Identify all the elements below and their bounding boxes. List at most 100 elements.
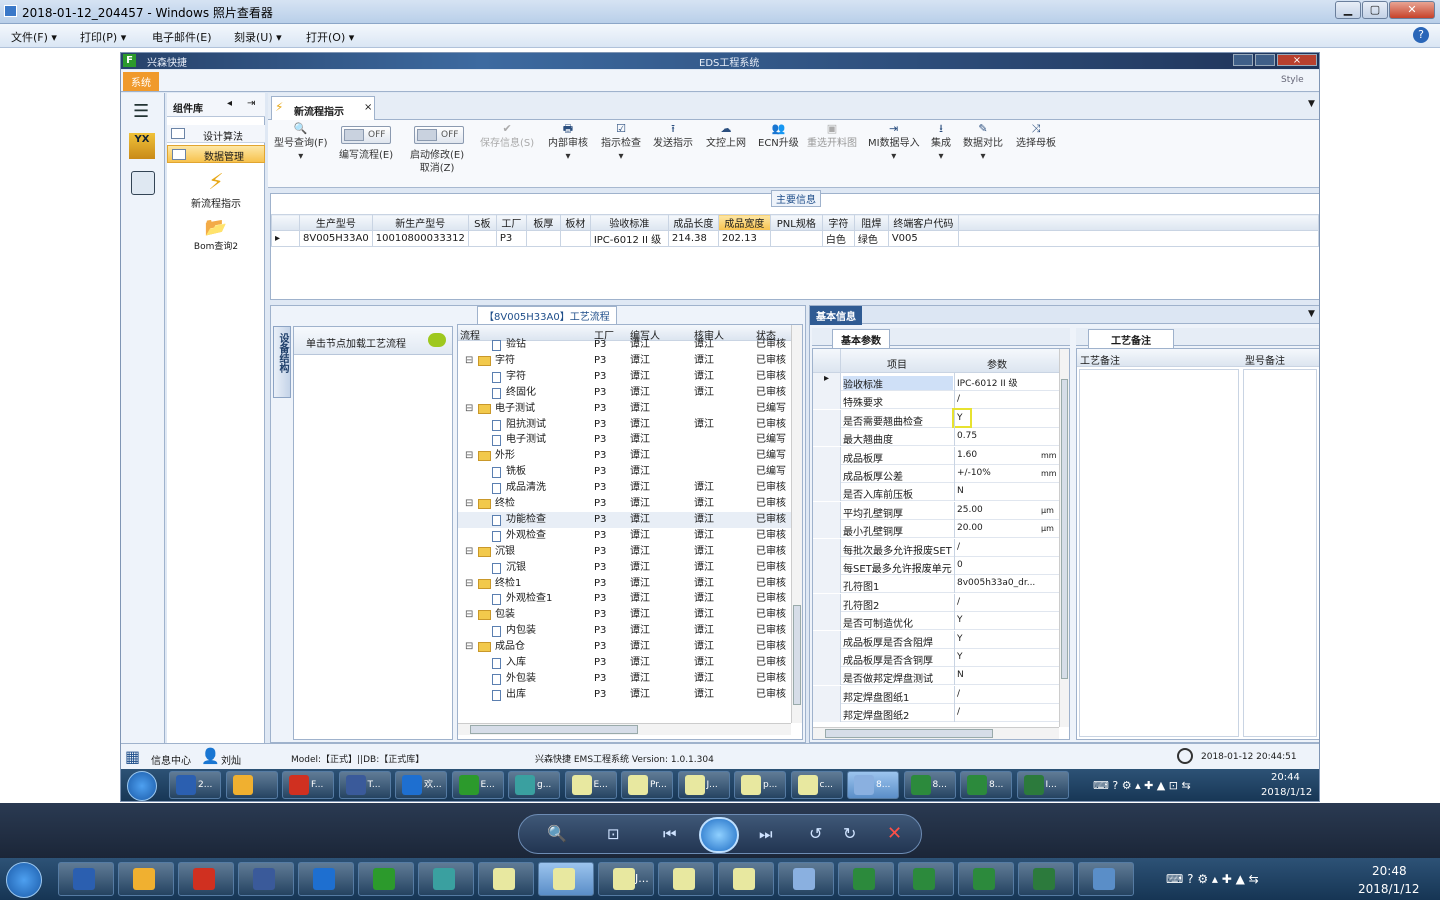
outer-taskbar-item[interactable]: [58, 862, 114, 896]
main-info-col-header[interactable]: 新生产型号: [371, 214, 469, 231]
inner-taskbar-item[interactable]: 8...: [847, 771, 899, 799]
param-row[interactable]: ▸ 验收标准 IPC-6012 II 级: [813, 373, 1059, 391]
param-row[interactable]: 是否做邦定焊盘测试 N: [813, 667, 1059, 686]
tab-dropdown-icon[interactable]: ▼: [1308, 99, 1315, 109]
main-info-cell[interactable]: [525, 230, 561, 247]
main-info-cell[interactable]: 10010800033312: [371, 230, 469, 247]
tree-step-row[interactable]: 沉银 P3 谭江 谭江 已审核: [458, 560, 796, 576]
main-info-col-header[interactable]: 字符: [821, 214, 855, 231]
params-horizontal-scrollbar[interactable]: [813, 727, 1059, 739]
inner-taskbar-item[interactable]: g...: [508, 771, 560, 799]
scroll-thumb[interactable]: [470, 725, 638, 734]
mi-import-button[interactable]: ⇥ MI数据导入 ▾: [868, 123, 920, 163]
main-info-cell[interactable]: 绿色: [853, 230, 889, 247]
main-info-col-header[interactable]: PNL规格: [769, 214, 823, 231]
model-remark-textbox[interactable]: [1243, 369, 1317, 737]
tree-folder-row[interactable]: ⊟ 终检1 P3 谭江 谭江 已审核: [458, 576, 796, 592]
main-info-cell[interactable]: V005: [887, 230, 959, 247]
eds-close-button[interactable]: ×: [1277, 54, 1317, 66]
main-info-cell[interactable]: IPC-6012 II 级: [589, 230, 669, 247]
main-info-col-header[interactable]: 成品宽度: [717, 214, 771, 231]
inner-taskbar-item[interactable]: E...: [451, 771, 504, 799]
inner-taskbar-item[interactable]: I...: [1016, 771, 1069, 799]
data-compare-button[interactable]: ✎ 数据对比 ▾: [963, 123, 1003, 163]
tree-step-row[interactable]: 铣板 P3 谭江 已编写: [458, 464, 796, 480]
param-value[interactable]: 0.75: [957, 431, 1037, 441]
main-info-cell[interactable]: [769, 230, 823, 247]
outer-taskbar-item[interactable]: [898, 862, 954, 896]
close-tab-icon[interactable]: ×: [364, 102, 372, 113]
tool-bom-query[interactable]: 📂 Bom查询2: [167, 217, 265, 257]
outer-taskbar-item[interactable]: [1078, 862, 1134, 896]
collapse-toggle-icon[interactable]: ⊟: [465, 639, 473, 655]
menu-file[interactable]: 文件(F) ▾: [11, 29, 57, 45]
outer-clock-time[interactable]: 20:48: [1372, 864, 1407, 878]
tool-new-process[interactable]: ⚡ 新流程指示: [167, 171, 265, 211]
outer-taskbar-item[interactable]: [538, 862, 594, 896]
param-row[interactable]: 平均孔壁铜厚 25.00 μm: [813, 501, 1059, 520]
collapse-toggle-icon[interactable]: ⊟: [465, 401, 473, 417]
query-button[interactable]: 🔍 型号查询(F) ▾: [274, 123, 328, 163]
start-orb-icon[interactable]: [6, 862, 42, 898]
rotate-left-icon[interactable]: ↺: [809, 824, 822, 843]
param-value[interactable]: +/-10%: [957, 468, 1037, 478]
outer-taskbar-item[interactable]: J...: [598, 862, 654, 896]
param-row[interactable]: 每批次最多允许报废SET /: [813, 538, 1059, 557]
send-button[interactable]: ⭱ 发送指示: [653, 123, 693, 150]
param-value[interactable]: /: [957, 707, 1037, 717]
param-row[interactable]: 邦定焊盘图纸1 /: [813, 685, 1059, 704]
tree-step-row[interactable]: 入库 P3 谭江 谭江 已审核: [458, 655, 796, 671]
outer-taskbar-item[interactable]: [958, 862, 1014, 896]
process-hint[interactable]: 单击节点加载工艺流程: [294, 327, 452, 355]
tree-step-row[interactable]: 内包装 P3 谭江 谭江 已审核: [458, 623, 796, 639]
outer-taskbar-item[interactable]: [298, 862, 354, 896]
param-value[interactable]: /: [957, 542, 1037, 552]
tab-new-process[interactable]: ⚡ 新流程指示 ×: [271, 96, 375, 120]
outer-taskbar-item[interactable]: [358, 862, 414, 896]
outer-taskbar-item[interactable]: [778, 862, 834, 896]
menu-email[interactable]: 电子邮件(E): [152, 29, 212, 45]
param-value[interactable]: 25.00: [957, 505, 1037, 515]
tree-folder-row[interactable]: ⊟ 沉银 P3 谭江 谭江 已审核: [458, 544, 796, 560]
param-row[interactable]: 邦定焊盘图纸2 /: [813, 704, 1059, 723]
rotate-right-icon[interactable]: ↻: [843, 824, 856, 843]
inner-taskbar-item[interactable]: 8...: [960, 771, 1012, 799]
param-row[interactable]: 孔符图2 /: [813, 593, 1059, 612]
inner-taskbar-item[interactable]: E...: [564, 771, 617, 799]
main-info-cell[interactable]: [559, 230, 591, 247]
param-row[interactable]: 最大翘曲度 0.75: [813, 428, 1059, 447]
menu-burn[interactable]: 刻录(U) ▾: [234, 29, 282, 45]
param-row[interactable]: 成品板厚是否含铜厚 Y: [813, 649, 1059, 667]
main-info-col-header[interactable]: 板厚: [525, 214, 561, 231]
inner-taskbar-item[interactable]: 8...: [903, 771, 956, 799]
select-mother-board-button[interactable]: ⤨ 选择母板: [1016, 123, 1056, 150]
scroll-thumb[interactable]: [793, 605, 801, 705]
upload-web-button[interactable]: ☁ 文控上网: [706, 123, 746, 150]
windows-grid-icon[interactable]: ▦: [125, 747, 140, 766]
main-info-col-header[interactable]: 板材: [559, 214, 591, 231]
save-button[interactable]: ✔ 保存信息(S): [480, 123, 534, 150]
tree-step-row[interactable]: 阻抗测试 P3 谭江 谭江 已审核: [458, 417, 796, 433]
next-icon[interactable]: ⏭: [759, 825, 773, 843]
edit-flow-toggle[interactable]: OFF: [341, 126, 391, 144]
collapse-toggle-icon[interactable]: ⊟: [465, 353, 473, 369]
param-value[interactable]: 0: [957, 560, 1037, 570]
outer-taskbar-item[interactable]: [418, 862, 474, 896]
ecn-upgrade-button[interactable]: 👥 ECN升级: [758, 123, 799, 150]
menu-open[interactable]: 打开(O) ▾: [306, 29, 354, 45]
inner-taskbar-item[interactable]: Pr...: [621, 771, 673, 799]
scroll-thumb[interactable]: [825, 729, 993, 738]
main-info-col-header[interactable]: 终端客户代码: [887, 214, 959, 231]
param-value[interactable]: Y: [957, 615, 1037, 625]
integrate-button[interactable]: ⭳ 集成 ▾: [931, 123, 951, 163]
tree-step-row[interactable]: 字符 P3 谭江 谭江 已审核: [458, 369, 796, 385]
previous-icon[interactable]: ⏮: [663, 825, 677, 843]
pin-icon[interactable]: ⇥: [247, 98, 255, 109]
reselect-cutting-button[interactable]: ▣ 重选开料图: [807, 123, 857, 150]
param-value[interactable]: N: [957, 486, 1037, 496]
param-row[interactable]: 特殊要求 /: [813, 391, 1059, 410]
param-value[interactable]: /: [957, 394, 1037, 404]
main-info-col-header[interactable]: 工厂: [495, 214, 527, 231]
group-item-data-management[interactable]: 数据管理: [167, 145, 265, 163]
main-info-cell[interactable]: [467, 230, 497, 247]
